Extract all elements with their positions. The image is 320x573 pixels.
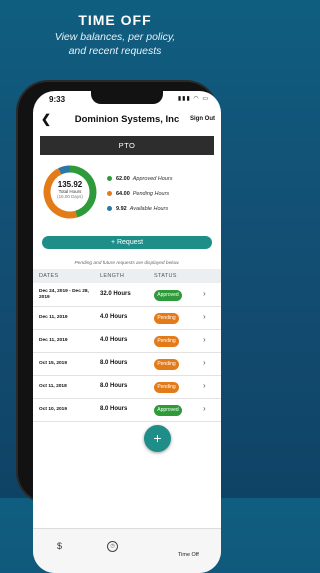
legend-pending: 64.00 Pending Hours — [107, 186, 217, 201]
status-badge: Approved — [154, 405, 182, 416]
table-row[interactable]: Dec 11, 2019 4.0 Hours Pending › — [33, 330, 221, 353]
dollar-icon[interactable]: $ — [57, 541, 62, 551]
header-dates: DATES — [39, 273, 59, 279]
legend-pending-label: Pending Hours — [132, 190, 170, 197]
tab-time-off-label[interactable]: Time Off — [178, 552, 199, 558]
signal-wifi-battery-icons: ▮▮▮ ◠ ▭ — [177, 96, 209, 102]
donut-total-sub: (16.00 Days) — [57, 194, 83, 199]
legend-approved: 62.00 Approved Hours — [107, 171, 217, 186]
legend-available-label: Available Hours — [129, 205, 169, 212]
legend-available-value: 9.92 — [116, 205, 127, 212]
row-length: 4.0 Hours — [100, 314, 128, 320]
row-length: 8.0 Hours — [100, 406, 128, 412]
tab-bar: $ ◷ Time Off — [33, 528, 221, 573]
request-button-label: Request — [116, 239, 144, 246]
legend-available: 9.92 Available Hours — [107, 201, 217, 216]
row-dates: Oct 11, 2018 — [39, 384, 67, 389]
legend-approved-label: Approved Hours — [132, 175, 173, 182]
status-bar: 9:33 ▮▮▮ ◠ ▭ — [33, 91, 221, 109]
add-request-fab[interactable]: + — [144, 425, 171, 452]
request-button[interactable]: + Request — [42, 236, 212, 249]
row-dates: Oct 15, 2019 — [39, 361, 68, 366]
hero-title: TIME OFF — [78, 12, 152, 28]
row-dates: Dec 24, 2019 - Dec 28, 2019 — [39, 289, 89, 300]
row-length: 32.0 Hours — [100, 291, 131, 297]
clock-icon[interactable]: ◷ — [107, 541, 118, 552]
header-length: LENGTH — [100, 273, 125, 279]
chevron-right-icon[interactable]: › — [203, 381, 206, 390]
table-header: DATES LENGTH STATUS — [33, 269, 221, 283]
donut-total-value: 135.92 — [57, 180, 83, 189]
status-badge: Pending — [154, 313, 179, 324]
donut-segment-available-hours — [58, 165, 71, 175]
hero: TIME OFF View balances, per policy, and … — [0, 0, 230, 58]
status-badge: Pending — [154, 359, 179, 370]
sign-out-button[interactable]: Sign Out — [190, 116, 215, 122]
hero-subtitle-line1: View balances, per policy, — [54, 31, 176, 43]
row-length: 8.0 Hours — [100, 360, 128, 366]
chevron-right-icon[interactable]: › — [203, 289, 206, 298]
legend-approved-dot — [107, 176, 112, 181]
table-row[interactable]: Oct 11, 2018 8.0 Hours Pending › — [33, 376, 221, 399]
chevron-right-icon[interactable]: › — [203, 404, 206, 413]
hero-subtitle: View balances, per policy, and recent re… — [0, 30, 230, 58]
chevron-right-icon[interactable]: › — [203, 335, 206, 344]
legend-available-dot — [107, 206, 112, 211]
chevron-right-icon[interactable]: › — [203, 358, 206, 367]
donut-center: 135.92 Total Hours (16.00 Days) — [41, 180, 99, 199]
table-row[interactable]: Oct 10, 2019 8.0 Hours Approved › — [33, 399, 221, 422]
status-badge: Pending — [154, 382, 179, 393]
phone-frame: 9:33 ▮▮▮ ◠ ▭ ❮ Dominion Systems, Inc Sig… — [18, 82, 221, 573]
table-row[interactable]: Dec 24, 2019 - Dec 28, 2019 32.0 Hours A… — [33, 284, 221, 307]
pto-donut-chart: 135.92 Total Hours (16.00 Days) — [41, 163, 99, 221]
status-badge: Pending — [154, 336, 179, 347]
table-row[interactable]: Dec 11, 2019 4.0 Hours Pending › — [33, 307, 221, 330]
row-length: 8.0 Hours — [100, 383, 128, 389]
requests-note: Pending and future requests are displaye… — [74, 261, 180, 266]
donut-legend: 62.00 Approved Hours 64.00 Pending Hours… — [107, 171, 217, 216]
row-length: 4.0 Hours — [100, 337, 128, 343]
nav-bar: ❮ Dominion Systems, Inc Sign Out — [33, 109, 221, 129]
status-time: 9:33 — [49, 95, 66, 104]
row-dates: Dec 11, 2019 — [39, 338, 68, 343]
section-title-pto: PTO — [40, 136, 214, 155]
legend-approved-value: 62.00 — [116, 175, 130, 182]
app-screen: 9:33 ▮▮▮ ◠ ▭ ❮ Dominion Systems, Inc Sig… — [33, 91, 221, 573]
legend-pending-dot — [107, 191, 112, 196]
row-dates: Dec 11, 2019 — [39, 315, 68, 320]
chevron-right-icon[interactable]: › — [203, 312, 206, 321]
status-badge: Approved — [154, 290, 182, 301]
plus-icon: + — [110, 239, 116, 246]
row-dates: Oct 10, 2019 — [39, 407, 68, 412]
table-row[interactable]: Oct 15, 2019 8.0 Hours Pending › — [33, 353, 221, 376]
hero-subtitle-line2: and recent requests — [68, 45, 162, 57]
legend-pending-value: 64.00 — [116, 190, 130, 197]
header-status: STATUS — [154, 273, 177, 279]
